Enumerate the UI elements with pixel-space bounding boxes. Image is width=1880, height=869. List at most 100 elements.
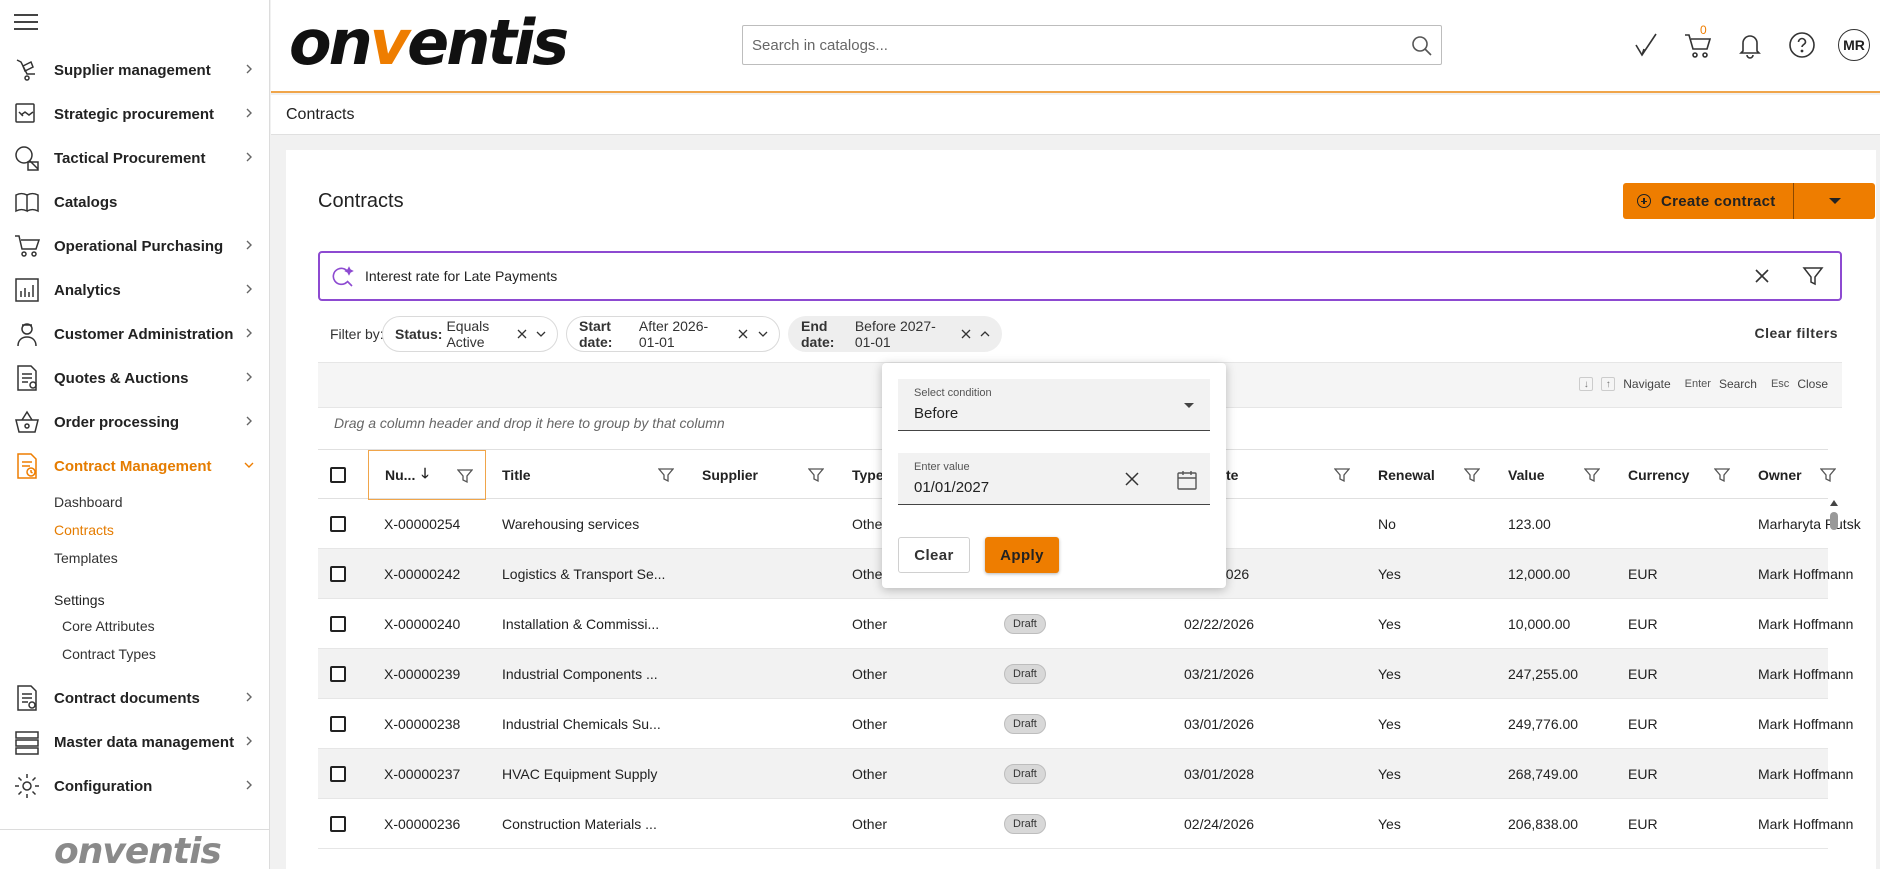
close-icon[interactable]	[960, 327, 971, 341]
sidebar-item-analytics[interactable]: Analytics	[0, 268, 270, 312]
table-row[interactable]: X-00000240 Installation & Commissi... Ot…	[318, 599, 1853, 649]
sidebar-item-contract-documents[interactable]: Contract documents	[0, 676, 270, 720]
row-checkbox[interactable]	[330, 566, 346, 582]
column-header-supplier[interactable]: Supplier	[686, 450, 836, 500]
cell-renewal: Yes	[1378, 566, 1401, 582]
create-contract-dropdown[interactable]	[1794, 183, 1875, 219]
sort-desc-icon[interactable]: 🡓	[421, 463, 428, 487]
calendar-icon[interactable]	[1176, 469, 1198, 491]
sidebar-item-master-data-management[interactable]: Master data management	[0, 720, 270, 764]
filter-icon[interactable]	[1464, 467, 1480, 483]
scroll-up-icon[interactable]	[1830, 500, 1838, 506]
filter-icon[interactable]	[457, 468, 473, 484]
filter-icon[interactable]	[1334, 467, 1350, 483]
filter-icon[interactable]	[1820, 467, 1836, 483]
column-header-currency[interactable]: Currency	[1612, 450, 1742, 500]
arrow-down-icon: ↓	[1579, 377, 1594, 391]
sidebar-item-catalogs[interactable]: Catalogs	[0, 180, 270, 224]
group-by-drop-zone[interactable]: Drag a column header and drop it here to…	[334, 415, 725, 431]
row-checkbox[interactable]	[330, 766, 346, 782]
filter-icon[interactable]	[1584, 467, 1600, 483]
chevron-right-icon	[246, 284, 252, 294]
close-icon[interactable]	[1124, 471, 1140, 487]
date-value-label: Enter value	[914, 461, 970, 473]
table-scrollbar[interactable]	[1828, 500, 1840, 869]
sidebar-item-quotes-auctions[interactable]: Quotes & Auctions	[0, 356, 270, 400]
close-icon[interactable]	[517, 327, 527, 341]
apply-button[interactable]: Apply	[985, 537, 1059, 573]
column-header-renewal[interactable]: Renewal	[1362, 450, 1492, 500]
chevron-down-icon[interactable]	[757, 327, 769, 341]
row-checkbox[interactable]	[330, 516, 346, 532]
close-icon[interactable]	[738, 327, 749, 341]
sidebar-item-customer-administration[interactable]: Customer Administration	[0, 312, 270, 356]
status-badge: Draft	[1004, 664, 1046, 684]
basket-icon	[12, 407, 42, 437]
column-header-title[interactable]: Title	[486, 450, 686, 500]
column-header-owner[interactable]: Owner	[1742, 450, 1852, 500]
filter-icon[interactable]	[808, 467, 824, 483]
sidebar-item-configuration[interactable]: Configuration	[0, 764, 270, 808]
row-checkbox[interactable]	[330, 716, 346, 732]
table-row[interactable]: X-00000238 Industrial Chemicals Su... Ot…	[318, 699, 1853, 749]
sidebar-item-strategic-procurement[interactable]: Strategic procurement	[0, 92, 270, 136]
sidebar-subitem-dashboard[interactable]: Dashboard	[54, 488, 270, 516]
cart-icon	[1685, 34, 1712, 58]
filter-chip-status[interactable]: Status: Equals Active	[382, 316, 558, 352]
clear-button[interactable]: Clear	[898, 537, 970, 573]
keyboard-hints: ↓ ↑ Navigate Enter Search Esc Close	[1579, 377, 1828, 391]
filter-icon[interactable]	[1714, 467, 1730, 483]
filter-icon[interactable]	[658, 467, 674, 483]
scrollbar-thumb[interactable]	[1830, 512, 1838, 530]
sidebar-item-order-processing[interactable]: Order processing	[0, 400, 270, 444]
condition-select[interactable]: Select condition Before	[898, 379, 1210, 431]
row-checkbox[interactable]	[330, 816, 346, 832]
create-contract-button[interactable]: Create contract	[1623, 183, 1793, 219]
user-menu[interactable]: MR	[1828, 25, 1880, 65]
help-icon[interactable]	[1776, 25, 1828, 65]
sidebar-item-supplier-management[interactable]: Supplier management	[0, 48, 270, 92]
cart-button[interactable]: 0	[1672, 23, 1724, 65]
cell-owner: Mark Hoffmann	[1758, 616, 1854, 632]
cart-count-badge: 0	[1700, 23, 1707, 37]
column-header-number[interactable]: Nu... 🡓	[368, 450, 486, 500]
catalog-search-input[interactable]	[743, 26, 1383, 64]
sidebar-nav: Supplier management Strategic procuremen…	[0, 48, 270, 808]
sidebar-item-label: Operational Purchasing	[54, 237, 224, 255]
approval-icon[interactable]	[1620, 25, 1672, 65]
filter-icon[interactable]	[1802, 265, 1824, 287]
table-row[interactable]: X-00000236 Construction Materials ... Ot…	[318, 799, 1853, 849]
table-row[interactable]: X-00000239 Industrial Components ... Oth…	[318, 649, 1853, 699]
sidebar-item-contract-management[interactable]: Contract Management	[0, 444, 270, 488]
ai-search-bar[interactable]: Interest rate for Late Payments	[318, 251, 1842, 301]
clear-filters-button[interactable]: Clear filters	[1754, 325, 1838, 341]
sidebar-subitem-templates[interactable]: Templates	[54, 544, 270, 572]
date-value-input[interactable]: 01/01/2027	[914, 479, 989, 496]
notification-bell-icon[interactable]	[1724, 25, 1776, 65]
sidebar-subitem-contract-types[interactable]: Contract Types	[62, 640, 270, 668]
sidebar-item-tactical-procurement[interactable]: Tactical Procurement	[0, 136, 270, 180]
cell-title: Logistics & Transport Se...	[502, 566, 666, 582]
chevron-down-icon[interactable]	[535, 327, 547, 341]
sidebar-subitem-core-attributes[interactable]: Core Attributes	[62, 612, 270, 640]
column-header-value[interactable]: Value	[1492, 450, 1612, 500]
filter-chip-start-date[interactable]: Start date: After 2026-01-01	[566, 316, 780, 352]
sidebar-item-label: Order processing	[54, 413, 180, 431]
filter-chip-end-date[interactable]: End date: Before 2027-01-01	[788, 316, 1002, 352]
row-checkbox[interactable]	[330, 666, 346, 682]
chevron-right-icon	[246, 240, 252, 250]
search-icon[interactable]	[1411, 35, 1433, 57]
select-all-checkbox[interactable]	[330, 467, 346, 483]
sidebar-subitem-contracts[interactable]: Contracts	[54, 516, 270, 544]
brand-logo[interactable]: onventis	[289, 8, 569, 78]
sidebar-item-operational-purchasing[interactable]: Operational Purchasing	[0, 224, 270, 268]
column-header-end-date[interactable]: te	[1218, 450, 1362, 500]
cell-end-date: 03/21/2026	[1184, 666, 1255, 682]
gear-icon	[12, 771, 42, 801]
row-checkbox[interactable]	[330, 616, 346, 632]
table-row[interactable]: X-00000237 HVAC Equipment Supply Other D…	[318, 749, 1853, 799]
menu-icon[interactable]	[14, 14, 38, 30]
date-value-field[interactable]: Enter value 01/01/2027	[898, 453, 1210, 505]
close-icon[interactable]	[1752, 266, 1772, 286]
chevron-up-icon[interactable]	[979, 327, 991, 341]
